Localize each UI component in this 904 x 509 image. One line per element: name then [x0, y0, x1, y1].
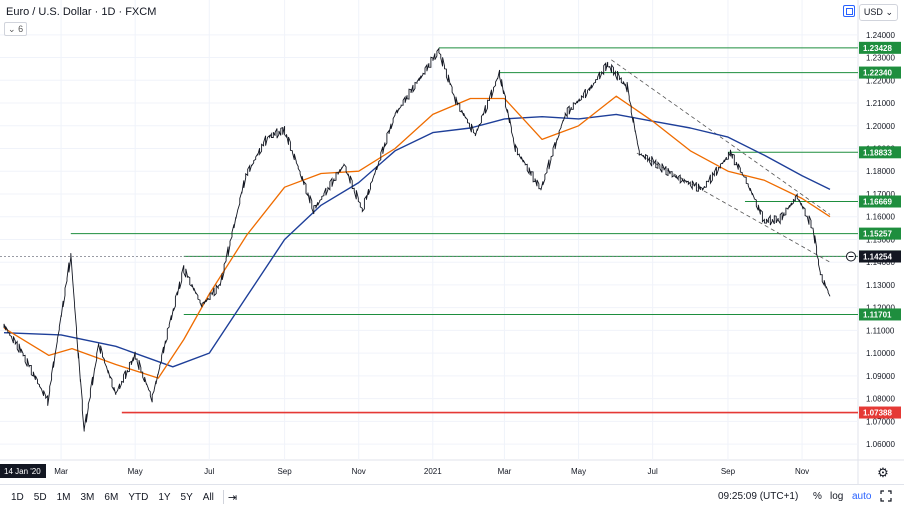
x-tick-label: Jul	[648, 467, 658, 476]
range-buttons: 1D 5D 1M 3M 6M YTD 1Y 5Y All	[6, 492, 219, 503]
x-tick-label: Sep	[277, 467, 292, 476]
y-tick-label: 1.08000	[866, 395, 895, 404]
y-tick-label: 1.07000	[866, 417, 895, 426]
level-label: 1.11701	[863, 310, 892, 319]
fullscreen-icon[interactable]	[880, 490, 892, 502]
level-label: 1.23428	[863, 44, 892, 53]
y-tick-label: 1.09000	[866, 372, 895, 381]
chevron-down-icon: ⌄	[885, 7, 893, 17]
range-button-1m[interactable]: 1M	[52, 492, 76, 503]
log-toggle[interactable]: log	[830, 491, 843, 502]
current-price-label: 1.14254	[863, 253, 892, 262]
divider	[222, 490, 224, 504]
range-button-5d[interactable]: 5D	[29, 492, 52, 503]
x-tick-label: 2021	[424, 467, 442, 476]
x-tick-label: 14 Jan '20	[4, 467, 41, 476]
bottom-toolbar: 1D 5D 1M 3M 6M YTD 1Y 5Y All ⇥ 09:25:09 (UTC+1) …	[0, 484, 904, 509]
trend-channel-line	[611, 59, 831, 215]
ma-fast-line	[3, 95, 831, 379]
clock-readout[interactable]: 09:25:09 (UTC+1)	[718, 491, 798, 502]
level-label: 1.22340	[863, 69, 892, 78]
range-button-3m[interactable]: 3M	[76, 492, 100, 503]
y-tick-label: 1.20000	[866, 122, 895, 131]
ma-slow-line	[3, 113, 831, 368]
indicator-count: 6	[18, 24, 24, 34]
x-tick-label: May	[128, 467, 143, 476]
currency-button[interactable]: USD ⌄	[858, 4, 898, 21]
x-tick-label: May	[571, 467, 586, 476]
auto-toggle[interactable]: auto	[852, 491, 871, 502]
x-tick-label: Nov	[352, 467, 366, 476]
x-tick-label: Mar	[54, 467, 68, 476]
level-label: 1.16669	[863, 198, 892, 207]
gear-icon[interactable]: ⚙	[876, 466, 890, 480]
x-tick-label: Mar	[498, 467, 512, 476]
object-tree-icon[interactable]	[843, 5, 855, 17]
y-tick-label: 1.21000	[866, 99, 895, 108]
level-label: 1.07388	[863, 409, 892, 418]
x-tick-label: Sep	[721, 467, 736, 476]
range-button-1y[interactable]: 1Y	[153, 492, 175, 503]
chart-area[interactable]: 1.240001.230001.220001.210001.200001.190…	[0, 0, 904, 508]
y-tick-label: 1.23000	[866, 54, 895, 63]
y-tick-label: 1.11000	[866, 326, 895, 335]
calendar-icon[interactable]: ⇥	[228, 491, 237, 504]
y-tick-label: 1.10000	[866, 349, 895, 358]
range-button-5y[interactable]: 5Y	[176, 492, 198, 503]
price-chart[interactable]: 1.240001.230001.220001.210001.200001.190…	[0, 0, 904, 484]
chart-title: Euro / U.S. Dollar · 1D · FXCM	[6, 6, 157, 18]
level-label: 1.18833	[863, 148, 892, 157]
indicator-toggle[interactable]: ⌄ 6	[4, 22, 28, 36]
y-tick-label: 1.13000	[866, 281, 895, 290]
y-tick-label: 1.24000	[866, 31, 895, 40]
x-tick-label: Jul	[204, 467, 214, 476]
price-line	[3, 47, 831, 432]
y-tick-label: 1.18000	[866, 167, 895, 176]
range-button-6m[interactable]: 6M	[99, 492, 123, 503]
chevron-down-icon: ⌄	[8, 24, 16, 34]
level-label: 1.15257	[863, 230, 892, 239]
range-button-all[interactable]: All	[198, 492, 219, 503]
x-tick-label: Nov	[795, 467, 809, 476]
y-tick-label: 1.16000	[866, 213, 895, 222]
range-button-1d[interactable]: 1D	[6, 492, 29, 503]
y-tick-label: 1.06000	[866, 440, 895, 449]
range-button-ytd[interactable]: YTD	[123, 492, 153, 503]
currency-label: USD	[863, 7, 883, 17]
percent-toggle[interactable]: %	[813, 491, 822, 502]
